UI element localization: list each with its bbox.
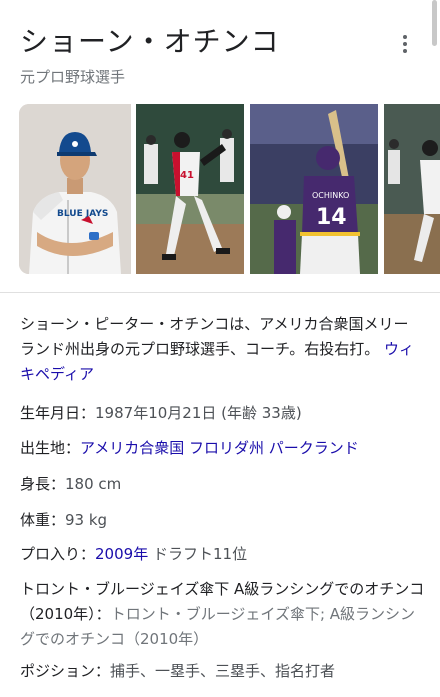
svg-text:BLUE JAYS: BLUE JAYS — [57, 209, 108, 219]
fact-value: ドラフト11位 — [152, 545, 248, 563]
image-carousel[interactable]: BLUE JAYS 41 OCHINKO 14 — [19, 104, 440, 274]
batting-action-image[interactable] — [384, 104, 440, 274]
fact-label: 生年月日： — [20, 404, 96, 422]
batting-swing-image[interactable]: 41 — [136, 104, 244, 274]
fact-position: ポジション：捕手、一塁手、三塁手、指名打者 — [20, 660, 425, 683]
fact-label: プロ入り： — [20, 545, 96, 563]
fact-label: 出生地： — [20, 439, 81, 457]
knowledge-panel-header: ショーン・オチンコ 元プロ野球選手 — [0, 0, 440, 92]
fact-value: 捕手、一塁手、三塁手、指名打者 — [110, 662, 336, 680]
fact-label: 身長： — [20, 475, 66, 493]
fact-value: 180 cm — [65, 475, 122, 493]
birthplace-link[interactable]: アメリカ合衆国 フロリダ州 パークランド — [80, 439, 359, 457]
entity-title: ショーン・オチンコ — [20, 25, 280, 58]
svg-text:41: 41 — [180, 170, 194, 181]
fact-label: 体重： — [20, 511, 66, 529]
draft-year-link[interactable]: 2009年 — [95, 545, 148, 563]
fact-weight: 体重：93 kg — [20, 509, 425, 532]
fact-value: 93 kg — [65, 511, 108, 529]
fact-birthplace: 出生地：アメリカ合衆国 フロリダ州 パークランド — [20, 437, 425, 460]
fact-team: トロント・ブルージェイズ傘下 A級ランシングでのオチンコ（2010年）：トロント… — [20, 577, 425, 652]
more-vert-icon[interactable] — [395, 32, 415, 58]
description-body: ショーン・ピーター・オチンコは、アメリカ合衆国メリーランド州出身の元プロ野球選手… — [20, 315, 409, 358]
fact-label: ポジション： — [20, 662, 111, 680]
scrollbar-thumb[interactable] — [432, 0, 437, 46]
batter-number-14-image[interactable]: OCHINKO 14 — [250, 104, 378, 274]
fact-height: 身長：180 cm — [20, 473, 425, 496]
jersey-name-text: OCHINKO — [312, 191, 349, 200]
description-text: ショーン・ピーター・オチンコは、アメリカ合衆国メリーランド州出身の元プロ野球選手… — [20, 312, 420, 387]
fact-value: 1987年10月21日 (年齢 33歳) — [95, 404, 302, 422]
entity-subtitle: 元プロ野球選手 — [20, 68, 126, 86]
player-portrait-image[interactable]: BLUE JAYS — [19, 104, 131, 274]
jersey-number-text: 14 — [316, 205, 347, 230]
fact-birth-date: 生年月日：1987年10月21日 (年齢 33歳) — [20, 402, 425, 425]
fact-draft: プロ入り：2009年 ドラフト11位 — [20, 543, 425, 566]
section-divider — [0, 292, 440, 293]
